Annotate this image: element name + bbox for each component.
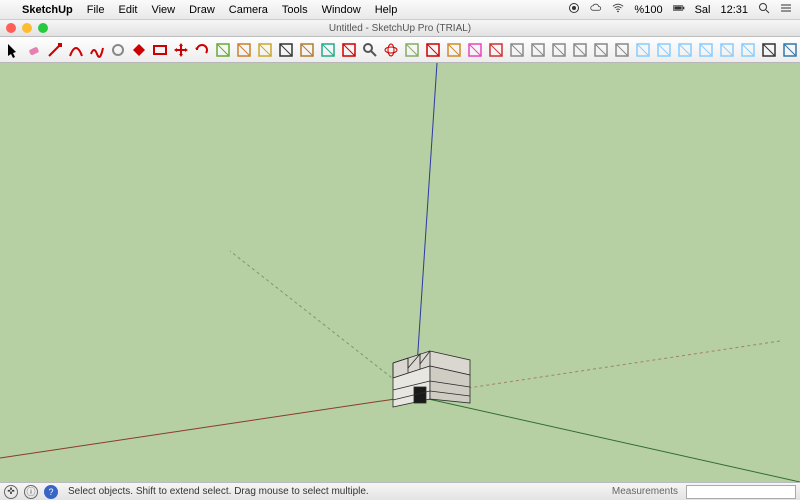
menu-camera[interactable]: Camera (229, 4, 268, 16)
circle-tool[interactable] (109, 41, 127, 59)
day-text: Sal (695, 4, 711, 16)
axes-tool[interactable] (466, 41, 484, 59)
tape-measure-tool[interactable] (256, 41, 274, 59)
wifi-icon[interactable] (612, 2, 624, 17)
style-mono[interactable] (718, 41, 736, 59)
zoom-extents-tool[interactable] (424, 41, 442, 59)
status-hint: Select objects. Shift to extend select. … (68, 486, 369, 497)
building-model[interactable] (388, 345, 478, 415)
app-name[interactable]: SketchUp (22, 4, 73, 16)
pushpull-tool[interactable] (235, 41, 253, 59)
measurements-label: Measurements (612, 486, 680, 497)
polygon-tool[interactable] (130, 41, 148, 59)
print-iso[interactable] (508, 41, 526, 59)
status-bar: ✜ ⓘ ? Select objects. Shift to extend se… (0, 482, 800, 500)
paint-bucket-tool[interactable] (298, 41, 316, 59)
print-right[interactable] (571, 41, 589, 59)
menu-help[interactable]: Help (375, 4, 398, 16)
style-shaded[interactable] (676, 41, 694, 59)
rectangle-tool[interactable] (151, 41, 169, 59)
geo-location-icon[interactable]: ✜ (4, 485, 18, 499)
battery-icon[interactable] (673, 2, 685, 17)
menu-draw[interactable]: Draw (189, 4, 215, 16)
line-tool[interactable] (46, 41, 64, 59)
axes-overlay (0, 63, 800, 482)
battery-text: %100 (634, 4, 662, 16)
offset-tool[interactable] (340, 41, 358, 59)
zoom-tool[interactable] (361, 41, 379, 59)
print-left[interactable] (613, 41, 631, 59)
menu-tools[interactable]: Tools (282, 4, 308, 16)
menu-extra-icon[interactable] (780, 2, 792, 17)
credits-icon[interactable]: ⓘ (24, 485, 38, 499)
menu-window[interactable]: Window (322, 4, 361, 16)
help-icon[interactable]: ? (44, 485, 58, 499)
style-hidden[interactable] (655, 41, 673, 59)
move-tool[interactable] (172, 41, 190, 59)
time-text: 12:31 (720, 4, 748, 16)
minimize-window-button[interactable] (22, 23, 32, 33)
menu-edit[interactable]: Edit (118, 4, 137, 16)
style-wire[interactable] (634, 41, 652, 59)
eraser-tool[interactable] (25, 41, 43, 59)
text-tool[interactable] (277, 41, 295, 59)
window-titlebar: Untitled - SketchUp Pro (TRIAL) (0, 20, 800, 37)
orbit-tool[interactable] (382, 41, 400, 59)
status-1-icon[interactable] (568, 2, 580, 17)
rotate-tool[interactable] (193, 41, 211, 59)
section-plane-tool[interactable] (445, 41, 463, 59)
print-top[interactable] (529, 41, 547, 59)
macos-menu-bar: SketchUp File Edit View Draw Camera Tool… (0, 0, 800, 20)
zoom-window-button[interactable] (38, 23, 48, 33)
freehand-tool[interactable] (88, 41, 106, 59)
warehouse-tool[interactable] (760, 41, 778, 59)
main-toolbar (0, 37, 800, 63)
style-xray[interactable] (739, 41, 757, 59)
print-front[interactable] (550, 41, 568, 59)
get-models-tool[interactable] (487, 41, 505, 59)
select-tool[interactable] (4, 41, 22, 59)
scale-tool[interactable] (214, 41, 232, 59)
search-icon[interactable] (758, 2, 770, 17)
cloud-icon[interactable] (590, 2, 602, 17)
menu-file[interactable]: File (87, 4, 105, 16)
followme-tool[interactable] (319, 41, 337, 59)
measurements-input[interactable] (686, 485, 796, 499)
menu-view[interactable]: View (151, 4, 175, 16)
window-title: Untitled - SketchUp Pro (TRIAL) (0, 23, 800, 34)
extension-warehouse-tool[interactable] (781, 41, 799, 59)
arc-tool[interactable] (67, 41, 85, 59)
pan-tool[interactable] (403, 41, 421, 59)
model-viewport[interactable] (0, 63, 800, 482)
print-back[interactable] (592, 41, 610, 59)
window-traffic-lights (6, 23, 48, 33)
style-shaded-tex[interactable] (697, 41, 715, 59)
close-window-button[interactable] (6, 23, 16, 33)
